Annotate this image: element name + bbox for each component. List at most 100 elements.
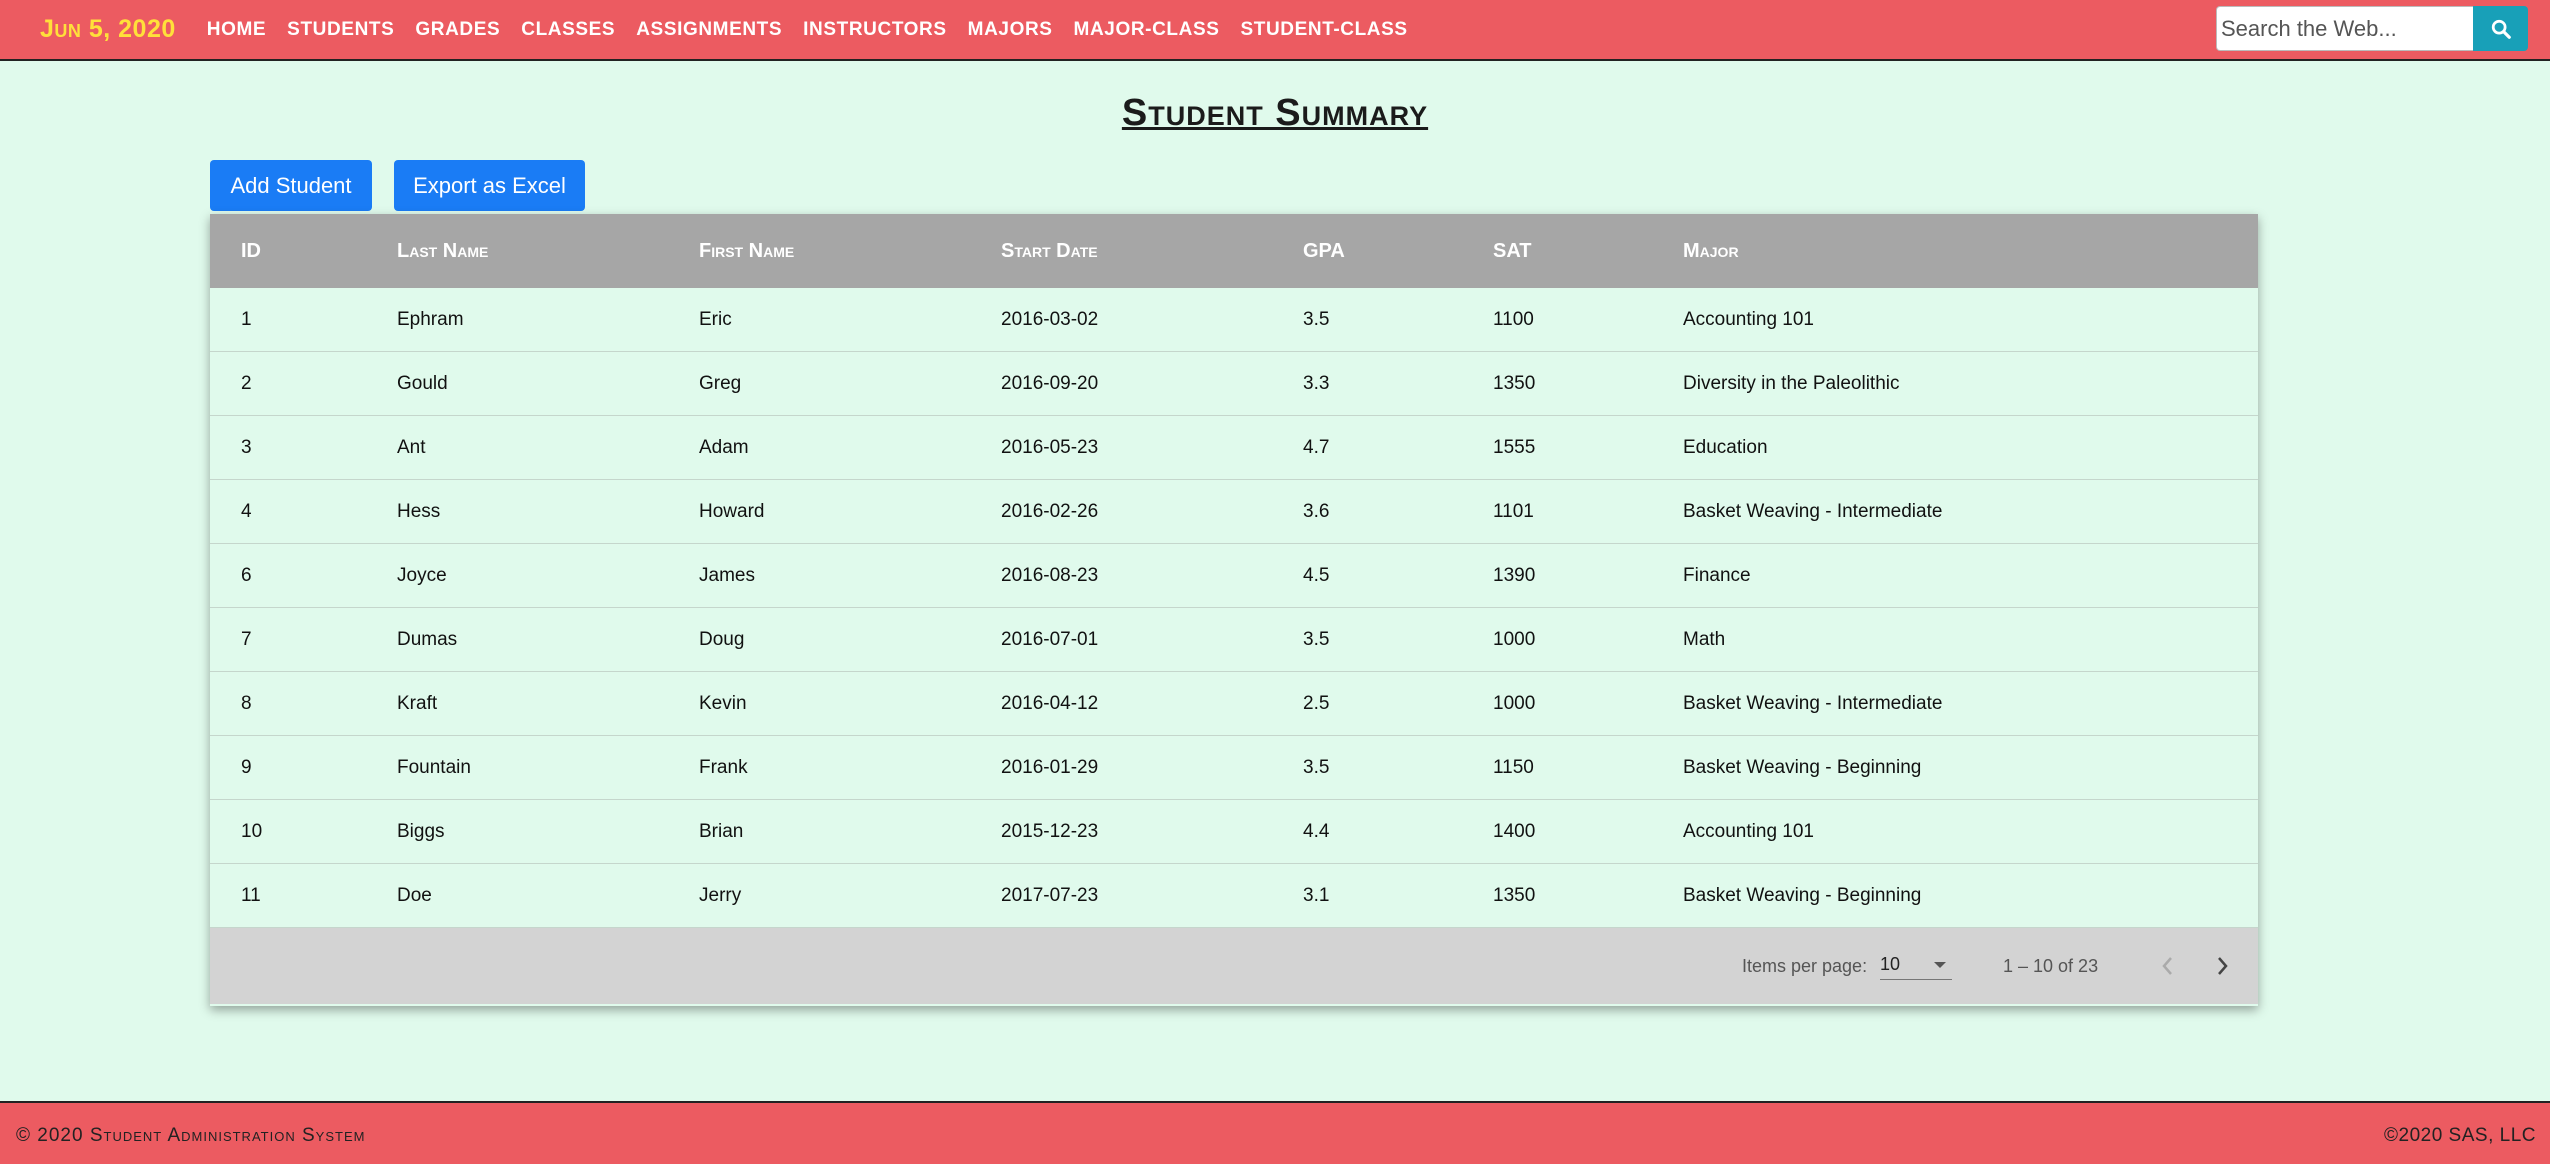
header-first-name[interactable]: First Name — [699, 240, 794, 263]
nav-link-students[interactable]: Students — [287, 19, 394, 41]
header-gpa[interactable]: GPA — [1303, 240, 1345, 263]
cell-major: Math — [1683, 628, 1726, 650]
cell-start-date: 2016-07-01 — [1001, 628, 1099, 650]
footer: © 2020 Student Administration System ©20… — [0, 1101, 2550, 1164]
cell-last-name: Ephram — [397, 308, 464, 330]
cell-major: Accounting 101 — [1683, 308, 1814, 330]
nav-link-instructors[interactable]: Instructors — [803, 19, 946, 41]
header-id[interactable]: ID — [241, 240, 261, 263]
cell-sat: 1400 — [1493, 820, 1536, 842]
cell-start-date: 2017-07-23 — [1001, 884, 1099, 906]
table-row[interactable]: 4 Hess Howard 2016-02-26 3.6 1101 Basket Weavi… — [210, 480, 2258, 544]
cell-major: Accounting 101 — [1683, 820, 1814, 842]
cell-sat: 1390 — [1493, 564, 1536, 586]
cell-id: 10 — [241, 820, 263, 842]
cell-start-date: 2016-05-23 — [1001, 436, 1099, 458]
nav-link-student-class[interactable]: Student-Class — [1240, 19, 1407, 41]
search-button[interactable] — [2473, 6, 2528, 51]
cell-start-date: 2016-03-02 — [1001, 308, 1099, 330]
table-header-row: ID Last Name First Name Start Date GPA S… — [210, 214, 2258, 288]
cell-start-date: 2015-12-23 — [1001, 820, 1099, 842]
items-per-page-value: 10 — [1880, 954, 1901, 974]
cell-first-name: Brian — [699, 820, 744, 842]
header-start-date[interactable]: Start Date — [1001, 240, 1098, 263]
navbar: Jun 5, 2020 Home Students Grades Classes… — [0, 0, 2550, 61]
header-last-name[interactable]: Last Name — [397, 240, 488, 263]
items-per-page-select[interactable]: 10 — [1880, 954, 1952, 980]
header-sat[interactable]: SAT — [1493, 240, 1532, 263]
table-row[interactable]: 2 Gould Greg 2016-09-20 3.3 1350 Diversity in … — [210, 352, 2258, 416]
footer-copyright: © 2020 Student Administration System — [16, 1125, 366, 1146]
cell-id: 4 — [241, 500, 252, 522]
cell-id: 6 — [241, 564, 252, 586]
cell-last-name: Doe — [397, 884, 432, 906]
cell-last-name: Ant — [397, 436, 426, 458]
table-row[interactable]: 7 Dumas Doug 2016-07-01 3.5 1000 Math — [210, 608, 2258, 672]
cell-sat: 1555 — [1493, 436, 1536, 458]
cell-major: Basket Weaving - Beginning — [1683, 756, 1922, 778]
page-title: Student Summary — [1121, 92, 1429, 134]
student-table: ID Last Name First Name Start Date GPA S… — [210, 214, 2258, 1006]
cell-start-date: 2016-09-20 — [1001, 372, 1099, 394]
nav-link-major-class[interactable]: Major-Class — [1074, 19, 1220, 41]
items-per-page-label: Items per page: — [1742, 956, 1868, 976]
nav-link-grades[interactable]: Grades — [415, 19, 500, 41]
nav-link-assignments[interactable]: Assignments — [636, 19, 782, 41]
cell-sat: 1350 — [1493, 884, 1536, 906]
search-input[interactable] — [2216, 6, 2473, 51]
cell-id: 3 — [241, 436, 252, 458]
cell-first-name: Doug — [699, 628, 745, 650]
cell-id: 11 — [241, 884, 261, 906]
footer-company: ©2020 SAS, LLC — [2384, 1125, 2536, 1146]
cell-start-date: 2016-04-12 — [1001, 692, 1099, 714]
add-student-button[interactable]: Add Student — [210, 160, 372, 211]
table-row[interactable]: 9 Fountain Frank 2016-01-29 3.5 1150 Basket We… — [210, 736, 2258, 800]
cell-last-name: Fountain — [397, 756, 471, 778]
cell-gpa: 2.5 — [1303, 692, 1330, 714]
cell-first-name: Kevin — [699, 692, 747, 714]
nav-links: Home Students Grades Classes Assignments… — [186, 19, 1408, 41]
cell-major: Basket Weaving - Intermediate — [1683, 692, 1943, 714]
cell-sat: 1100 — [1493, 308, 1534, 330]
cell-id: 1 — [241, 308, 252, 330]
cell-gpa: 3.6 — [1303, 500, 1330, 522]
nav-link-home[interactable]: Home — [207, 19, 266, 41]
cell-sat: 1000 — [1493, 692, 1536, 714]
next-page-icon[interactable] — [2210, 952, 2234, 980]
cell-first-name: Greg — [699, 372, 742, 394]
cell-gpa: 3.3 — [1303, 372, 1330, 394]
cell-sat: 1150 — [1493, 756, 1534, 778]
nav-date: Jun 5, 2020 — [40, 15, 176, 43]
cell-last-name: Joyce — [397, 564, 447, 586]
cell-last-name: Kraft — [397, 692, 438, 714]
dropdown-arrow-icon — [1934, 962, 1946, 968]
cell-gpa: 4.5 — [1303, 564, 1330, 586]
cell-gpa: 3.5 — [1303, 756, 1330, 778]
page-range-label: 1 – 10 of 23 — [2003, 956, 2099, 976]
cell-sat: 1000 — [1493, 628, 1536, 650]
nav-link-classes[interactable]: Classes — [521, 19, 615, 41]
cell-sat: 1350 — [1493, 372, 1536, 394]
cell-last-name: Biggs — [397, 820, 445, 842]
header-major[interactable]: Major — [1683, 240, 1739, 263]
cell-major: Basket Weaving - Beginning — [1683, 884, 1922, 906]
cell-first-name: James — [699, 564, 755, 586]
table-row[interactable]: 1 Ephram Eric 2016-03-02 3.5 1100 Accounting 1… — [210, 288, 2258, 352]
cell-sat: 1101 — [1493, 500, 1534, 522]
cell-id: 8 — [241, 692, 252, 714]
cell-gpa: 4.7 — [1303, 436, 1330, 458]
cell-last-name: Gould — [397, 372, 448, 394]
cell-first-name: Howard — [699, 500, 765, 522]
cell-major: Diversity in the Paleolithic — [1683, 372, 1900, 394]
table-row[interactable]: 8 Kraft Kevin 2016-04-12 2.5 1000 Basket Weavi… — [210, 672, 2258, 736]
cell-major: Finance — [1683, 564, 1751, 586]
nav-link-majors[interactable]: Majors — [968, 19, 1053, 41]
table-row[interactable]: 6 Joyce James 2016-08-23 4.5 1390 Finance — [210, 544, 2258, 608]
table-row[interactable]: 11 Doe Jerry 2017-07-23 3.1 1350 Basket Weavin… — [210, 864, 2258, 928]
cell-first-name: Eric — [699, 308, 732, 330]
table-row[interactable]: 3 Ant Adam 2016-05-23 4.7 1555 Education — [210, 416, 2258, 480]
export-excel-button[interactable]: Export as Excel — [394, 160, 585, 211]
cell-id: 2 — [241, 372, 252, 394]
previous-page-icon[interactable] — [2156, 952, 2180, 980]
table-row[interactable]: 10 Biggs Brian 2015-12-23 4.4 1400 Accounting … — [210, 800, 2258, 864]
